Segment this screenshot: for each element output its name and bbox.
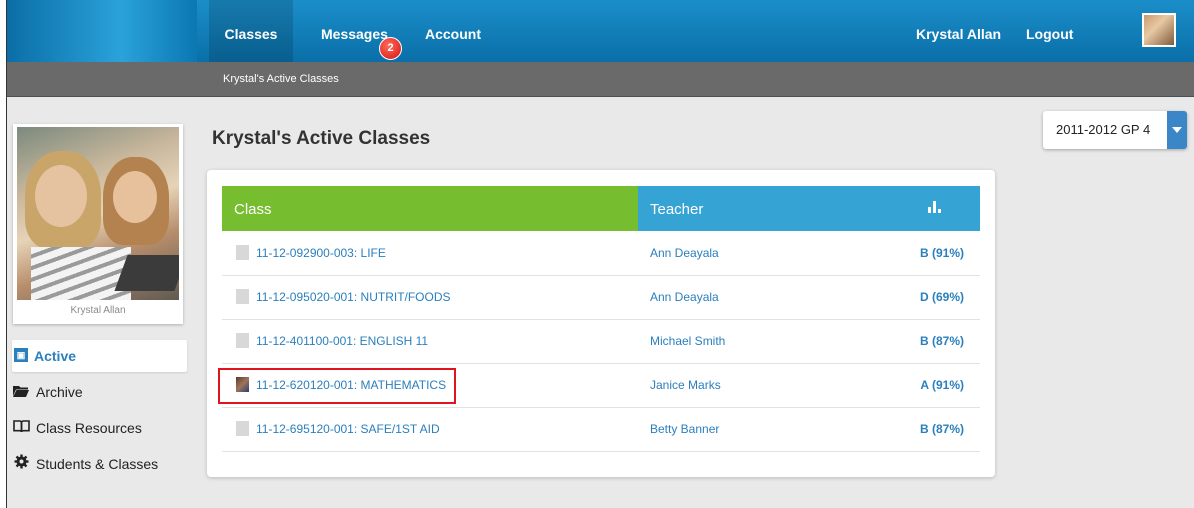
chevron-down-icon[interactable] <box>1167 111 1187 149</box>
book-icon <box>12 412 30 444</box>
sidebar-item-label: Archive <box>36 384 83 400</box>
table-row: 11-12-092900-003: LIFE Ann Deayala B (91… <box>222 231 980 276</box>
table-header: Class Teacher <box>222 186 980 231</box>
sidebar-item-label: Students & Classes <box>36 456 159 472</box>
app-frame: Classes Messages 2 Account Krystal Allan… <box>6 0 1194 508</box>
brand-area <box>7 0 197 62</box>
active-classes-icon: ▣ <box>14 348 28 363</box>
class-link[interactable]: 11-12-620120-001: MATHEMATICS <box>256 363 446 407</box>
profile-photo <box>17 127 179 300</box>
column-header-class: Class <box>222 186 638 231</box>
grade-link[interactable]: B (91%) <box>920 231 964 275</box>
gear-icon <box>12 448 30 480</box>
class-link[interactable]: 11-12-095020-001: NUTRIT/FOODS <box>256 275 451 319</box>
grade-link[interactable]: D (69%) <box>920 275 964 319</box>
term-select[interactable]: 2011-2012 GP 4 <box>1043 111 1187 149</box>
teacher-avatar-placeholder <box>236 245 249 260</box>
table-row: 11-12-401100-001: ENGLISH 11 Michael Smi… <box>222 319 980 364</box>
bar-chart-icon <box>928 201 942 213</box>
breadcrumb: Krystal's Active Classes <box>223 73 339 85</box>
grade-link[interactable]: B (87%) <box>920 319 964 363</box>
teacher-link[interactable]: Betty Banner <box>650 407 719 451</box>
class-link[interactable]: 11-12-092900-003: LIFE <box>256 231 386 275</box>
profile-card: Krystal Allan <box>13 124 183 324</box>
teacher-avatar-placeholder <box>236 333 249 348</box>
term-select-value: 2011-2012 GP 4 <box>1056 122 1151 137</box>
tab-classes[interactable]: Classes <box>209 0 293 62</box>
user-name[interactable]: Krystal Allan <box>916 0 1001 68</box>
sub-nav-bar: Krystal's Active Classes <box>7 62 1194 97</box>
folder-icon <box>12 376 30 408</box>
avatar[interactable] <box>1142 13 1176 47</box>
class-link[interactable]: 11-12-695120-001: SAFE/1ST AID <box>256 407 440 451</box>
teacher-link[interactable]: Janice Marks <box>650 363 721 407</box>
logout-link[interactable]: Logout <box>1026 0 1073 68</box>
sidebar-item-active[interactable]: ▣ Active <box>12 340 187 372</box>
sidebar-item-students-classes[interactable]: Students & Classes <box>12 448 187 480</box>
classes-table-card: Class Teacher 11-12-092900-003: LIFE Ann… <box>207 170 995 477</box>
sidebar-item-label: Active <box>34 348 77 364</box>
teacher-link[interactable]: Ann Deayala <box>650 231 719 275</box>
teacher-link[interactable]: Ann Deayala <box>650 275 719 319</box>
messages-count-badge: 2 <box>379 37 402 60</box>
table-row: 11-12-695120-001: SAFE/1ST AID Betty Ban… <box>222 407 980 452</box>
grade-link[interactable]: A (91%) <box>920 363 964 407</box>
profile-name: Krystal Allan <box>70 305 126 316</box>
table-row: 11-12-095020-001: NUTRIT/FOODS Ann Deaya… <box>222 275 980 320</box>
tab-account[interactable]: Account <box>425 0 481 62</box>
page-title: Krystal's Active Classes <box>212 128 431 149</box>
teacher-avatar-placeholder <box>236 289 249 304</box>
tab-messages[interactable]: Messages <box>321 0 388 62</box>
teacher-link[interactable]: Michael Smith <box>650 319 725 363</box>
table-row: 11-12-620120-001: MATHEMATICS Janice Mar… <box>222 363 980 408</box>
sidebar-item-archive[interactable]: Archive <box>12 376 187 408</box>
column-header-teacher: Teacher <box>638 186 888 231</box>
column-header-grade <box>888 186 980 231</box>
grade-link[interactable]: B (87%) <box>920 407 964 451</box>
sidebar-item-class-resources[interactable]: Class Resources <box>12 412 187 444</box>
class-link[interactable]: 11-12-401100-001: ENGLISH 11 <box>256 319 428 363</box>
teacher-avatar <box>236 377 249 392</box>
teacher-avatar-placeholder <box>236 421 249 436</box>
sidebar-item-label: Class Resources <box>36 420 142 436</box>
top-nav-bar: Classes Messages 2 Account Krystal Allan… <box>7 0 1194 62</box>
